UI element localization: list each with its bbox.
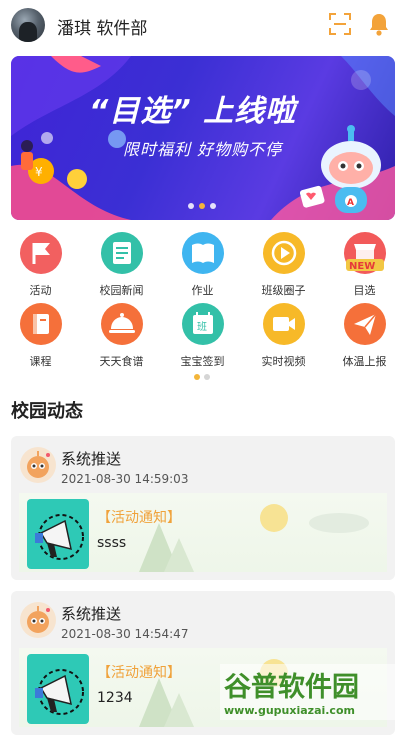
feature-label: 作业 [191, 284, 214, 297]
banner-dot[interactable] [210, 203, 216, 209]
svg-text:班: 班 [197, 321, 207, 333]
robot-avatar-icon [20, 602, 56, 638]
feed-card[interactable]: 系统推送 2021-08-30 14:59:03 【活动通知】 ssss [11, 436, 395, 580]
feature-label: 体温上报 [342, 355, 387, 368]
feature-label: 目选 [353, 284, 376, 297]
feed-time: 2021-08-30 14:59:03 [61, 472, 189, 486]
svg-text:A: A [347, 198, 354, 208]
news-icon [100, 232, 143, 274]
feed-time: 2021-08-30 14:54:47 [61, 627, 189, 641]
watermark-logo: 谷普软件园 www.gupuxiazai.com [220, 664, 405, 720]
megaphone-icon [27, 499, 89, 569]
section-title: 校园动态 [11, 401, 83, 422]
book-icon [181, 232, 224, 274]
feed-sender: 系统推送 [61, 450, 122, 468]
paper-plane-icon [343, 303, 386, 345]
feature-label: 课程 [29, 355, 52, 368]
dish-cover-icon [100, 303, 143, 345]
user-avatar[interactable] [11, 8, 45, 42]
megaphone-icon [27, 654, 89, 724]
feature-activity[interactable]: 活动 [0, 232, 81, 298]
svg-text:NEW: NEW [349, 261, 375, 272]
scan-icon[interactable] [329, 13, 351, 35]
feature-temperature-report[interactable]: 体温上报 [324, 303, 405, 369]
notice-body: ssss [97, 535, 127, 551]
feature-daily-recipe[interactable]: 天天食谱 [81, 303, 162, 369]
feature-campus-news[interactable]: 校园新闻 [81, 232, 162, 298]
banner-pagination [188, 203, 216, 209]
flag-icon [19, 232, 62, 274]
shop-new-icon: NEW [343, 232, 386, 274]
svg-text:¥: ¥ [35, 165, 43, 179]
watermark-url: www.gupuxiazai.com [224, 704, 355, 717]
notice-tag: 【活动通知】 [97, 665, 181, 681]
feature-class-circle[interactable]: 班级圈子 [243, 232, 324, 298]
grid-dot[interactable] [204, 374, 210, 380]
feature-live-video[interactable]: 实时视频 [243, 303, 324, 369]
banner-dot[interactable] [188, 203, 194, 209]
top-header: 潘琪 软件部 [0, 0, 405, 50]
feature-label: 天天食谱 [99, 355, 144, 368]
feature-label: 校园新闻 [99, 284, 144, 297]
grid-pagination [194, 374, 210, 380]
feature-label: 班级圈子 [261, 284, 306, 297]
notice-body: 1234 [97, 690, 133, 706]
feature-homework[interactable]: 作业 [162, 232, 243, 298]
feature-course[interactable]: 课程 [0, 303, 81, 369]
play-circle-icon [262, 232, 305, 274]
user-name[interactable]: 潘琪 软件部 [57, 14, 147, 39]
feature-label: 实时视频 [261, 355, 306, 368]
grid-dot-active[interactable] [194, 374, 200, 380]
bell-icon[interactable] [368, 12, 390, 36]
feature-label: 活动 [29, 284, 52, 297]
calendar-sign-icon: 班 [181, 303, 224, 345]
banner-title: “目选” 上线啦 [89, 94, 297, 129]
banner-dot-active[interactable] [199, 203, 205, 209]
notice-card[interactable]: 【活动通知】 ssss [19, 493, 387, 572]
course-book-icon [19, 303, 62, 345]
feed-sender: 系统推送 [61, 605, 122, 623]
robot-avatar-icon [20, 447, 56, 483]
banner-subtitle: 限时福利 好物购不停 [123, 140, 283, 159]
feature-label: 宝宝签到 [180, 355, 225, 368]
watermark-brand: 谷普软件园 [224, 671, 359, 703]
feature-baby-checkin[interactable]: 班 宝宝签到 [162, 303, 243, 369]
feature-muxuan[interactable]: NEW 目选 [324, 232, 405, 298]
notice-tag: 【活动通知】 [97, 510, 181, 526]
promo-banner[interactable]: ¥ A “目选” 上线啦 限时福利 好物购不停 [11, 56, 395, 220]
video-camera-icon [262, 303, 305, 345]
